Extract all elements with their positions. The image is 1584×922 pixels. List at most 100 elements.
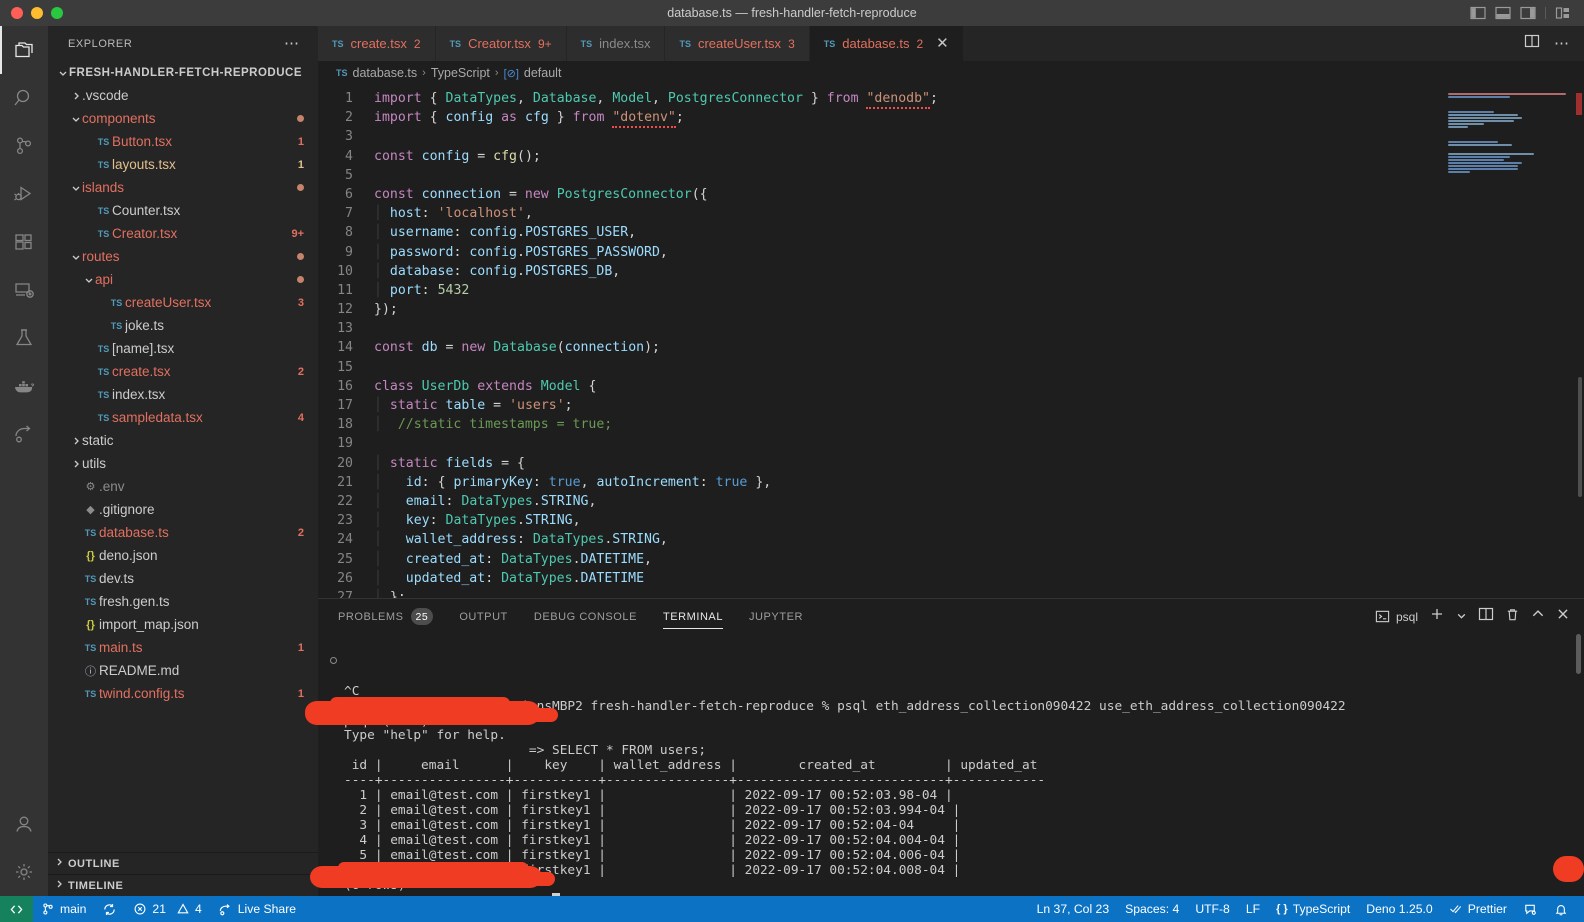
activity-run-and-debug[interactable] bbox=[0, 170, 48, 218]
code-editor[interactable]: 1 import { DataTypes, Database, Model, Po… bbox=[318, 85, 1584, 598]
activity-remote-explorer[interactable] bbox=[0, 266, 48, 314]
activity-extensions[interactable] bbox=[0, 218, 48, 266]
tree-item-components[interactable]: components bbox=[48, 107, 318, 130]
status-language-mode[interactable]: { } TypeScript bbox=[1268, 896, 1358, 922]
tree-item-index-tsx[interactable]: TS index.tsx bbox=[48, 383, 318, 406]
maximize-window-button[interactable] bbox=[51, 7, 63, 19]
tree-item-gitignore[interactable]: ◆ .gitignore bbox=[48, 498, 318, 521]
panel-tab-output[interactable]: OUTPUT bbox=[459, 599, 508, 634]
timeline-section-header[interactable]: TIMELINE bbox=[48, 874, 318, 896]
close-panel-icon[interactable] bbox=[1556, 607, 1570, 626]
activity-search[interactable] bbox=[0, 74, 48, 122]
terminal-dropdown-icon[interactable] bbox=[1456, 608, 1467, 626]
close-window-button[interactable] bbox=[11, 7, 23, 19]
status-remote-host[interactable] bbox=[0, 896, 33, 922]
panel-tab-terminal[interactable]: TERMINAL bbox=[662, 599, 724, 634]
activity-source-control[interactable] bbox=[0, 122, 48, 170]
terminal-output[interactable]: ^C christianoconnor@ChristiansMBP2 fresh-… bbox=[318, 634, 1584, 896]
status-cursor-position[interactable]: Ln 37, Col 23 bbox=[1029, 896, 1118, 922]
toggle-panel-icon[interactable] bbox=[1495, 6, 1511, 20]
status-feedback[interactable] bbox=[1515, 896, 1546, 922]
tree-item-createuser-tsx[interactable]: TS createUser.tsx 3 bbox=[48, 291, 318, 314]
minimap[interactable] bbox=[1434, 85, 1584, 598]
tree-item-database-ts[interactable]: TS database.ts 2 bbox=[48, 521, 318, 544]
split-editor-icon[interactable] bbox=[1524, 33, 1540, 54]
status-branch[interactable]: main bbox=[33, 896, 94, 922]
tree-item-layouts-tsx[interactable]: TS layouts.tsx 1 bbox=[48, 153, 318, 176]
tree-item-fresh-gen-ts[interactable]: TS fresh.gen.ts bbox=[48, 590, 318, 613]
tree-item-counter-tsx[interactable]: TS Counter.tsx bbox=[48, 199, 318, 222]
editor-tab-create-tsx[interactable]: TS create.tsx 2 bbox=[318, 26, 436, 61]
breadcrumb-file[interactable]: database.ts bbox=[353, 66, 418, 80]
activity-manage-settings[interactable] bbox=[0, 848, 48, 896]
breadcrumb-symbol-type[interactable]: TypeScript bbox=[431, 66, 490, 80]
terminal-scrollbar[interactable] bbox=[1576, 634, 1581, 674]
tree-item-import-map-json[interactable]: {} import_map.json bbox=[48, 613, 318, 636]
editor-more-actions-icon[interactable]: ⋯ bbox=[1554, 36, 1570, 51]
status-formatter[interactable]: Prettier bbox=[1441, 896, 1515, 922]
status-sync[interactable] bbox=[94, 896, 125, 922]
tab-close-icon[interactable]: ✕ bbox=[936, 36, 949, 51]
split-terminal-icon[interactable] bbox=[1478, 606, 1494, 627]
activity-explorer[interactable] bbox=[0, 26, 48, 74]
editor-tab-createuser-tsx[interactable]: TS createUser.tsx 3 bbox=[665, 26, 810, 61]
panel-tab-jupyter[interactable]: JUPYTER bbox=[749, 599, 803, 634]
editor-tab-index-tsx[interactable]: TS index.tsx bbox=[566, 26, 666, 61]
explorer-more-actions-icon[interactable]: ⋯ bbox=[284, 36, 300, 51]
tree-item-creator-tsx[interactable]: TS Creator.tsx 9+ bbox=[48, 222, 318, 245]
editor-tab-database-ts[interactable]: TS database.ts 2 ✕ bbox=[809, 26, 964, 61]
editor-scrollbar[interactable] bbox=[1578, 377, 1582, 497]
active-terminal-chip[interactable]: psql bbox=[1375, 609, 1418, 624]
status-indentation[interactable]: Spaces: 4 bbox=[1117, 896, 1187, 922]
tree-item-api[interactable]: api bbox=[48, 268, 318, 291]
panel-tab-problems[interactable]: PROBLEMS 25 bbox=[338, 599, 434, 634]
layout-controls[interactable] bbox=[1470, 6, 1584, 20]
tree-item-routes[interactable]: routes bbox=[48, 245, 318, 268]
maximize-panel-icon[interactable] bbox=[1531, 607, 1545, 626]
new-terminal-icon[interactable] bbox=[1429, 606, 1445, 627]
tree-item-deno-json[interactable]: {} deno.json bbox=[48, 544, 318, 567]
tree-item-name-tsx[interactable]: TS [name].tsx bbox=[48, 337, 318, 360]
code-lines[interactable]: 1 import { DataTypes, Database, Model, Po… bbox=[318, 85, 1434, 598]
activity-docker[interactable] bbox=[0, 362, 48, 410]
kill-terminal-icon[interactable] bbox=[1505, 607, 1520, 627]
tree-item-twind-config-ts[interactable]: TS twind.config.ts 1 bbox=[48, 682, 318, 705]
tree-item-islands[interactable]: islands bbox=[48, 176, 318, 199]
tree-item-joke-ts[interactable]: TS joke.ts bbox=[48, 314, 318, 337]
tree-item-dev-ts[interactable]: TS dev.ts bbox=[48, 567, 318, 590]
tree-item-main-ts[interactable]: TS main.ts 1 bbox=[48, 636, 318, 659]
tree-item-static[interactable]: static bbox=[48, 429, 318, 452]
tree-item-create-tsx[interactable]: TS create.tsx 2 bbox=[48, 360, 318, 383]
editor-tab-creator-tsx[interactable]: TS Creator.tsx 9+ bbox=[435, 26, 567, 61]
toggle-secondary-sidebar-icon[interactable] bbox=[1520, 6, 1536, 20]
breadcrumb-symbol[interactable]: default bbox=[524, 66, 562, 80]
customize-layout-icon[interactable] bbox=[1555, 6, 1571, 20]
outline-section-header[interactable]: OUTLINE bbox=[48, 852, 318, 874]
status-live-share[interactable]: Live Share bbox=[210, 896, 304, 922]
breadcrumb[interactable]: TS database.ts › TypeScript › [⊘] defaul… bbox=[318, 61, 1584, 85]
status-notifications[interactable] bbox=[1546, 896, 1576, 922]
toggle-primary-sidebar-icon[interactable] bbox=[1470, 6, 1486, 20]
tree-item-sampledata-tsx[interactable]: TS sampledata.tsx 4 bbox=[48, 406, 318, 429]
activity-live-share[interactable] bbox=[0, 410, 48, 458]
editor-tab-bar[interactable]: TS create.tsx 2 TS Creator.tsx 9+ TS index.tsx T… bbox=[318, 26, 1584, 61]
panel-tab-bar[interactable]: PROBLEMS 25 OUTPUT DEBUG CONSOLE TERMINAL JUP… bbox=[318, 599, 1584, 634]
tree-item-vscode[interactable]: .vscode bbox=[48, 84, 318, 107]
activity-accounts[interactable] bbox=[0, 800, 48, 848]
status-encoding[interactable]: UTF-8 bbox=[1187, 896, 1238, 922]
window-traffic-lights[interactable] bbox=[0, 7, 63, 19]
panel-tab-debug-console[interactable]: DEBUG CONSOLE bbox=[534, 599, 637, 634]
minimize-window-button[interactable] bbox=[31, 7, 43, 19]
tree-root-folder[interactable]: FRESH-HANDLER-FETCH-REPRODUCE bbox=[48, 61, 318, 84]
tree-item-readme-md[interactable]: ⓘ README.md bbox=[48, 659, 318, 682]
tree-item-button-tsx[interactable]: TS Button.tsx 1 bbox=[48, 130, 318, 153]
panel-actions[interactable]: psql bbox=[1375, 606, 1584, 627]
tree-item-utils[interactable]: utils bbox=[48, 452, 318, 475]
tree-item-env[interactable]: ⚙ .env bbox=[48, 475, 318, 498]
status-eol[interactable]: LF bbox=[1238, 896, 1268, 922]
activity-testing[interactable] bbox=[0, 314, 48, 362]
editor-toolbar[interactable]: ⋯ bbox=[1510, 26, 1584, 61]
status-deno-version[interactable]: Deno 1.25.0 bbox=[1358, 896, 1440, 922]
status-problems[interactable]: 21 4 bbox=[125, 896, 209, 922]
file-tree[interactable]: FRESH-HANDLER-FETCH-REPRODUCE .vscode com… bbox=[48, 61, 318, 852]
